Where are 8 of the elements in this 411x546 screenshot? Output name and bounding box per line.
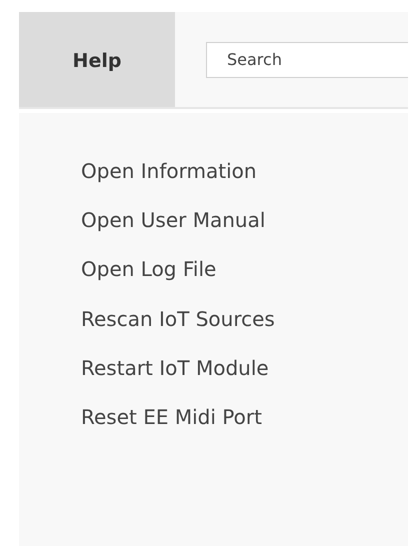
menu-item[interactable]: Reset EE Midi Port xyxy=(81,404,262,454)
menu-item[interactable]: Open Log File xyxy=(81,256,216,306)
menu-item[interactable]: Open User Manual xyxy=(81,207,266,256)
menu-item[interactable]: Restart IoT Module xyxy=(81,354,269,404)
menu-item[interactable]: Rescan IoT Sources xyxy=(81,306,275,355)
help-tab[interactable]: Help xyxy=(19,12,175,107)
search-field[interactable]: Search xyxy=(206,42,408,78)
menu-item[interactable]: Open Information xyxy=(81,158,257,208)
